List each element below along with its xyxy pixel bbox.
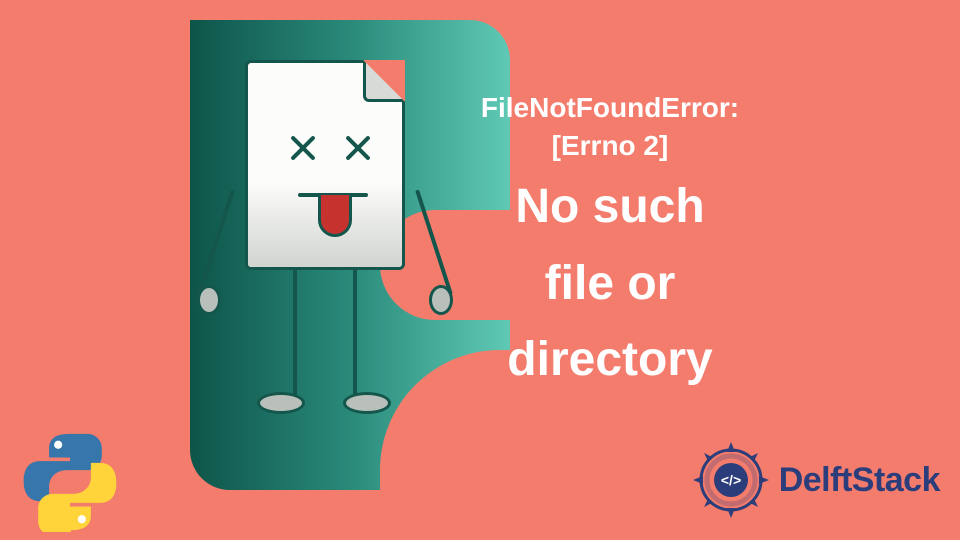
sad-file-icon bbox=[225, 60, 425, 460]
python-logo-icon bbox=[20, 432, 120, 532]
svg-text:</>: </> bbox=[721, 472, 741, 488]
error-description-line: directory bbox=[440, 329, 780, 391]
brand-name: DelftStack bbox=[779, 461, 940, 500]
error-errno: [Errno 2] bbox=[440, 130, 780, 162]
error-description-line: file or bbox=[440, 253, 780, 315]
error-class: FileNotFoundError: bbox=[440, 90, 780, 126]
error-message: FileNotFoundError: [Errno 2] No such fil… bbox=[440, 90, 780, 392]
delftstack-logo: </> DelftStack bbox=[691, 440, 940, 520]
delftstack-badge-icon: </> bbox=[691, 440, 771, 520]
error-description-line: No such bbox=[440, 176, 780, 238]
